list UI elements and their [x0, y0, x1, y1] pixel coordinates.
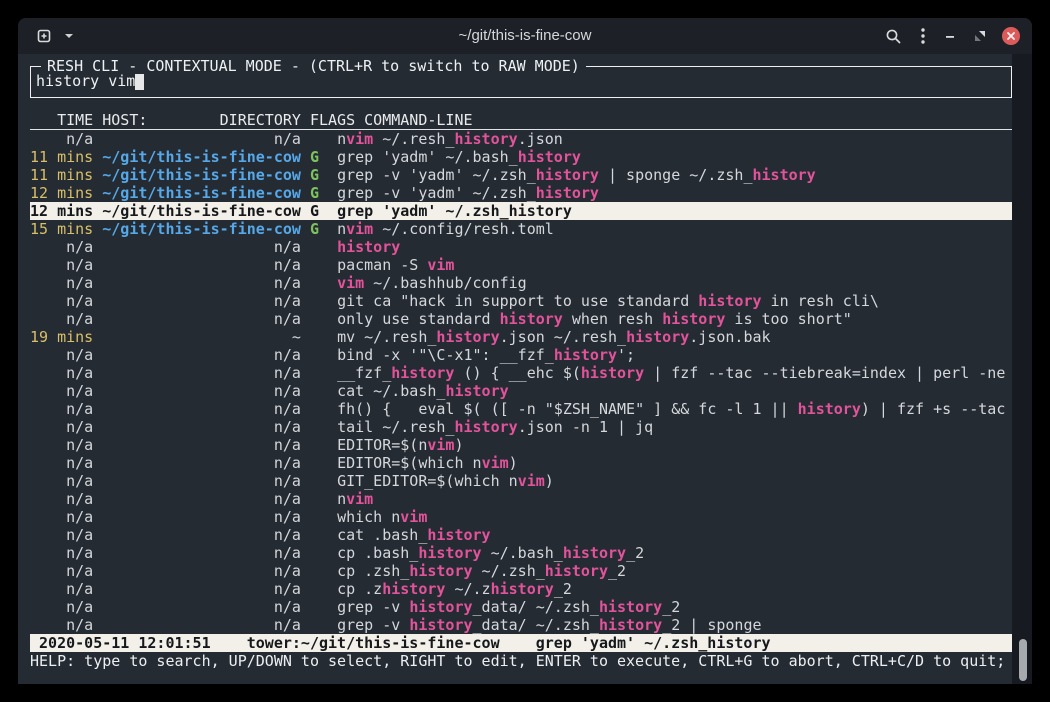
table-row[interactable]: n/a n/a fh() { eval $( ([ -n "$ZSH_NAME"…: [30, 400, 1012, 418]
kebab-menu-icon: [920, 27, 926, 45]
table-row[interactable]: n/a n/a cp .zhistory ~/.zhistory_2: [30, 580, 1012, 598]
table-row[interactable]: 12 mins ~/git/this-is-fine-cow G grep -v…: [30, 184, 1012, 202]
restore-button[interactable]: [972, 28, 988, 44]
terminal-window: ~/git/this-is-fine-cow: [18, 18, 1032, 684]
terminal-content: RESH CLI - CONTEXTUAL MODE - (CTRL+R to …: [30, 66, 1012, 670]
close-icon: [1006, 31, 1016, 41]
table-row[interactable]: n/a n/a only use standard history when r…: [30, 310, 1012, 328]
status-bar: 2020-05-11 12:01:51 tower:~/git/this-is-…: [30, 634, 1012, 652]
restore-icon: [974, 30, 986, 42]
table-row[interactable]: n/a n/a nvim ~/.resh_history.json: [30, 130, 1012, 148]
table-row[interactable]: 15 mins ~/git/this-is-fine-cow G nvim ~/…: [30, 220, 1012, 238]
chevron-down-icon: [64, 32, 74, 40]
scrollbar-track[interactable]: [1012, 54, 1032, 684]
table-row[interactable]: n/a n/a bind -x '"\C-x1": __fzf_history'…: [30, 346, 1012, 364]
table-row[interactable]: n/a n/a cat .bash_history: [30, 526, 1012, 544]
table-row[interactable]: n/a n/a vim ~/.bashhub/config: [30, 274, 1012, 292]
table-row[interactable]: n/a n/a EDITOR=$(which nvim): [30, 454, 1012, 472]
history-table-body: n/a n/a nvim ~/.resh_history.json11 mins…: [30, 130, 1012, 634]
table-row[interactable]: n/a n/a GIT_EDITOR=$(which nvim): [30, 472, 1012, 490]
table-row[interactable]: n/a n/a which nvim: [30, 508, 1012, 526]
table-row[interactable]: n/a n/a git ca "hack in support to use s…: [30, 292, 1012, 310]
table-row[interactable]: n/a n/a cp .bash_history ~/.bash_history…: [30, 544, 1012, 562]
titlebar: ~/git/this-is-fine-cow: [18, 18, 1032, 54]
window-title: ~/git/this-is-fine-cow: [18, 18, 1032, 54]
table-row[interactable]: n/a n/a cat ~/.bash_history: [30, 382, 1012, 400]
table-row[interactable]: n/a n/a tail ~/.resh_history.json -n 1 |…: [30, 418, 1012, 436]
table-header: TIME HOST: DIRECTORY FLAGS COMMAND-LINE: [30, 111, 1012, 130]
minimize-icon: [944, 30, 956, 42]
table-row[interactable]: n/a n/a nvim: [30, 490, 1012, 508]
table-row[interactable]: 19 mins ~ mv ~/.resh_history.json ~/.res…: [30, 328, 1012, 346]
table-row[interactable]: n/a n/a grep -v history_data/ ~/.zsh_his…: [30, 616, 1012, 634]
search-query-text: history vim: [36, 72, 135, 90]
close-button[interactable]: [1002, 27, 1020, 45]
minimize-button[interactable]: [942, 28, 958, 44]
table-row[interactable]: n/a n/a history: [30, 238, 1012, 256]
search-input[interactable]: history vim: [36, 72, 144, 90]
new-tab-icon: [36, 28, 52, 44]
menu-button[interactable]: [918, 25, 928, 47]
search-button[interactable]: [883, 26, 904, 47]
table-row[interactable]: n/a n/a EDITOR=$(nvim): [30, 436, 1012, 454]
text-cursor: [135, 74, 144, 90]
table-row-selected[interactable]: 12 mins ~/git/this-is-fine-cow G grep 'y…: [30, 202, 1012, 220]
table-row[interactable]: n/a n/a grep -v history_data/ ~/.zsh_his…: [30, 598, 1012, 616]
scrollbar-thumb[interactable]: [1019, 639, 1027, 681]
tab-dropdown-button[interactable]: [62, 30, 76, 42]
table-row[interactable]: n/a n/a __fzf_history () { __ehc $(histo…: [30, 364, 1012, 382]
titlebar-left: [34, 18, 76, 54]
table-row[interactable]: 11 mins ~/git/this-is-fine-cow G grep 'y…: [30, 148, 1012, 166]
search-box[interactable]: RESH CLI - CONTEXTUAL MODE - (CTRL+R to …: [30, 66, 1012, 98]
new-tab-button[interactable]: [34, 26, 54, 46]
titlebar-right: [883, 18, 1020, 54]
table-row[interactable]: n/a n/a pacman -S vim: [30, 256, 1012, 274]
help-line: HELP: type to search, UP/DOWN to select,…: [30, 652, 1012, 670]
search-icon: [885, 28, 902, 45]
table-row[interactable]: 11 mins ~/git/this-is-fine-cow G grep -v…: [30, 166, 1012, 184]
table-row[interactable]: n/a n/a cp .zsh_history ~/.zsh_history_2: [30, 562, 1012, 580]
